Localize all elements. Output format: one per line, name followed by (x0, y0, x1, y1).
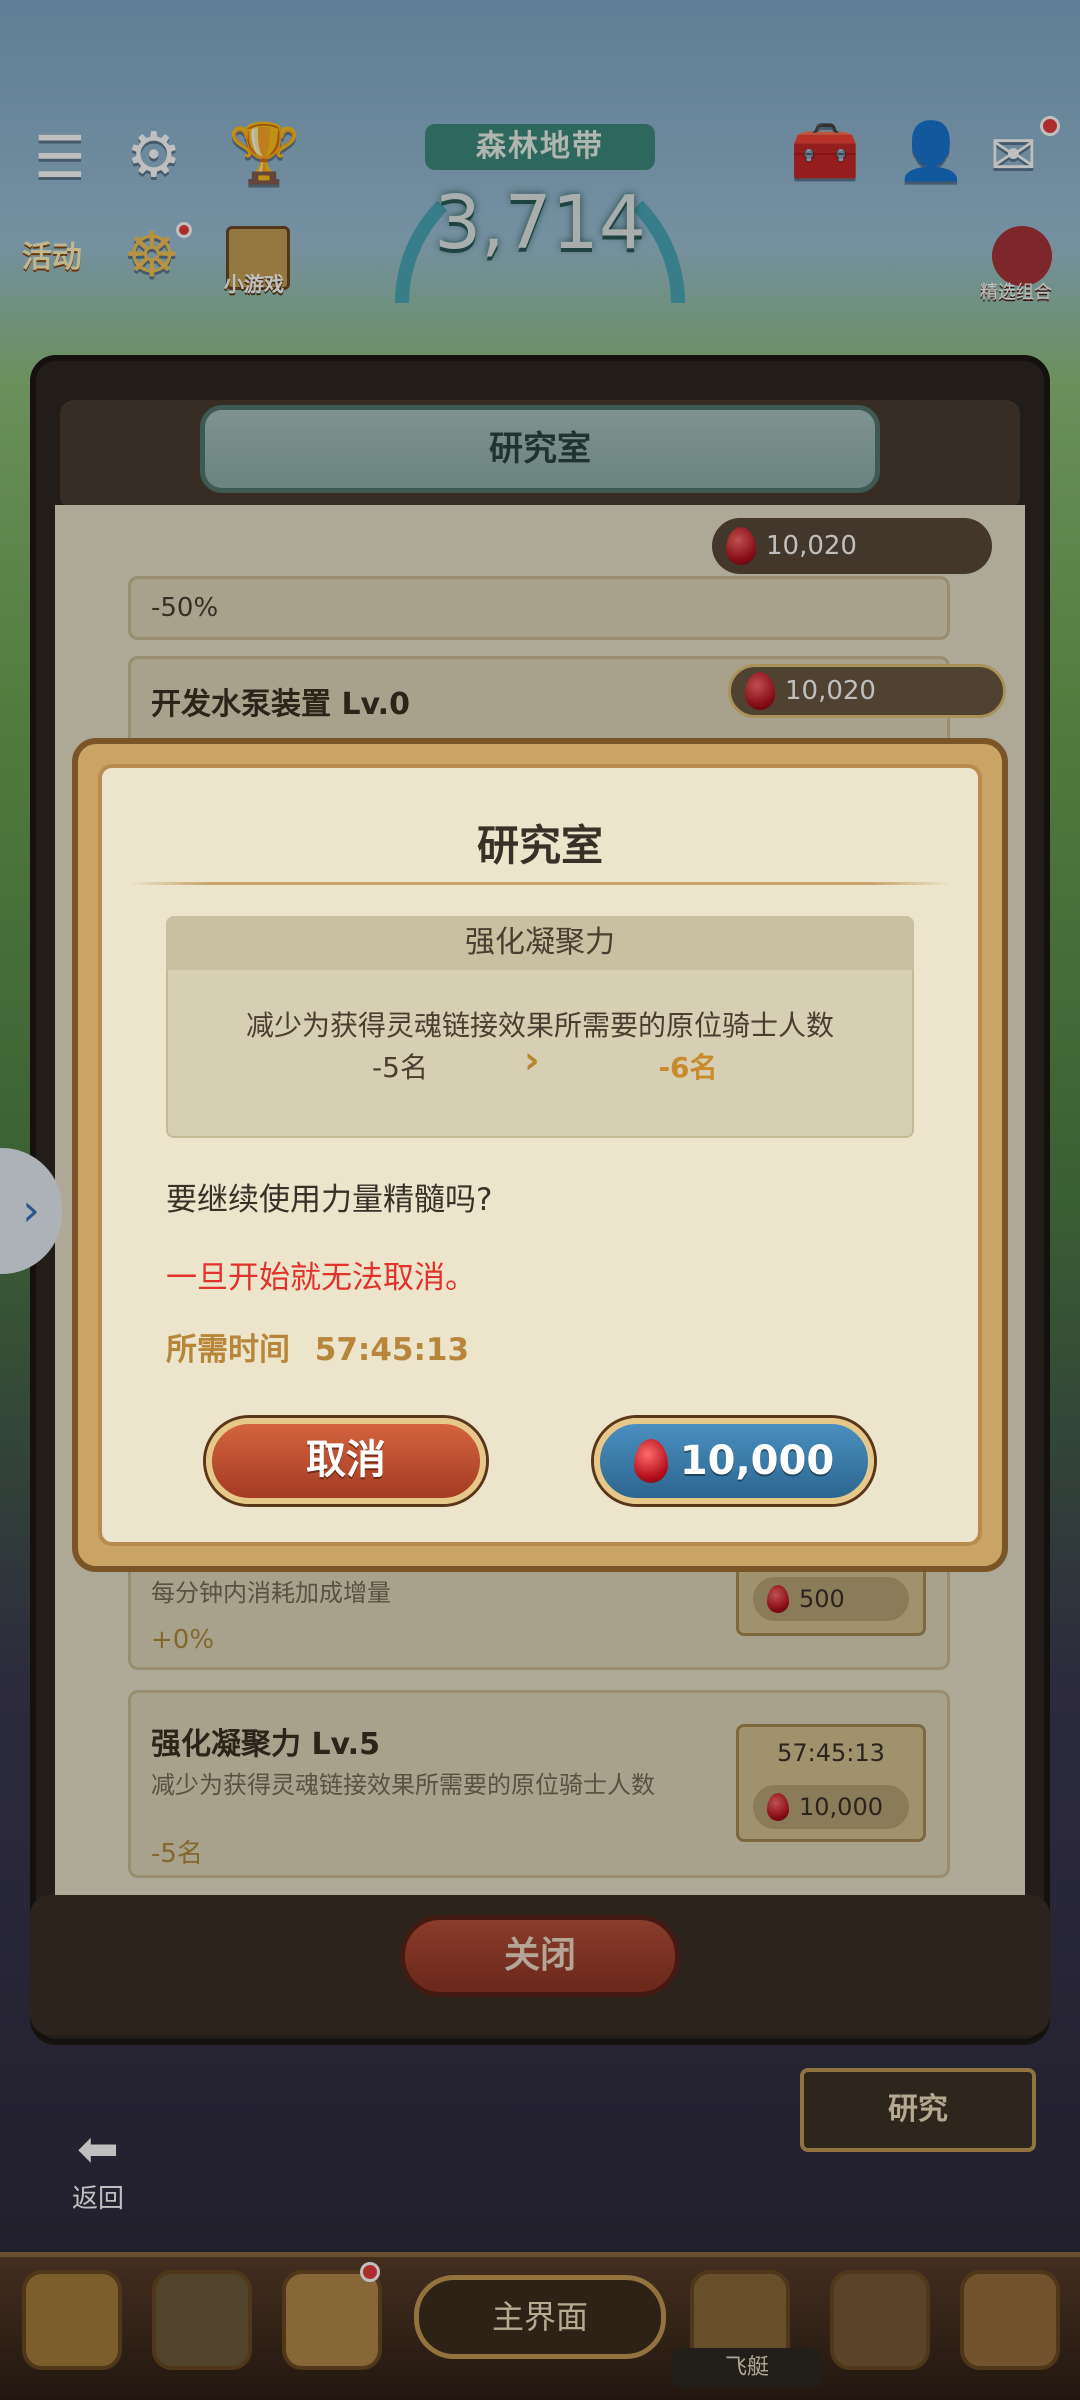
confirm-question: 要继续使用力量精髓吗? (166, 1182, 493, 1218)
required-time: 所需时间 57:45:13 (166, 1324, 469, 1369)
essence-drop-icon (633, 1439, 668, 1483)
skill-description: 减少为获得灵魂链接效果所需要的原位骑士人数 (245, 1009, 834, 1042)
dialog-divider (128, 882, 952, 885)
warning-text: 一旦开始就无法取消。 (166, 1260, 476, 1296)
dialog-title: 研究室 (476, 821, 603, 870)
required-time-value: 57:45:13 (314, 1332, 470, 1368)
current-value: -5名 (372, 1051, 428, 1084)
cancel-button[interactable]: 取消 (206, 1418, 486, 1504)
confirm-cost: 10,000 (679, 1438, 835, 1484)
next-value: -6名 (658, 1051, 718, 1084)
required-time-label: 所需时间 (166, 1332, 290, 1368)
confirm-spend-button[interactable]: 10,000 (594, 1418, 874, 1504)
chevron-right-icon: › (524, 1038, 540, 1082)
skill-name: 强化凝聚力 (166, 916, 914, 970)
